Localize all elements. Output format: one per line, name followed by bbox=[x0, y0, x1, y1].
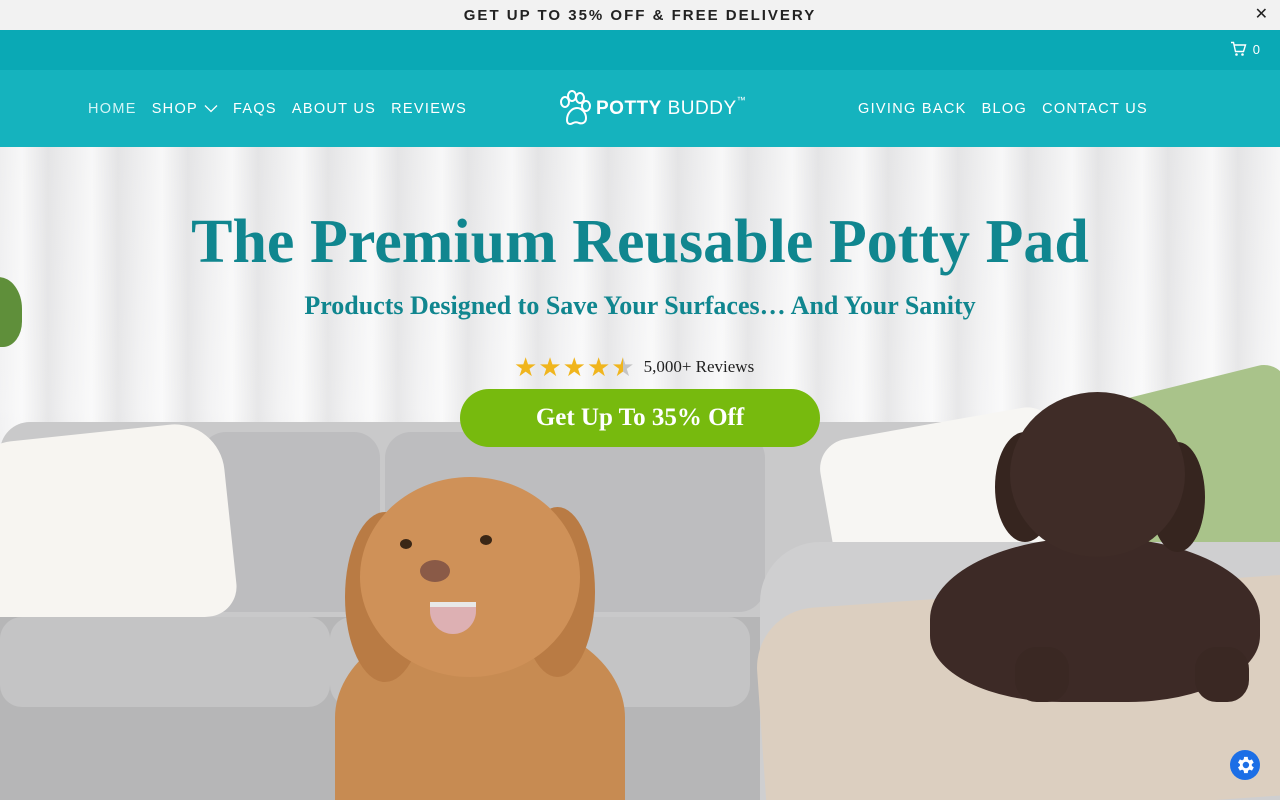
nav-item-home[interactable]: HOME bbox=[88, 101, 137, 117]
nav-item-blog[interactable]: BLOG bbox=[982, 101, 1028, 117]
star-icon: ★ bbox=[538, 352, 562, 382]
cart-button[interactable]: 0 bbox=[1230, 41, 1260, 57]
cart-icon bbox=[1230, 41, 1247, 56]
gear-icon bbox=[1238, 756, 1254, 774]
hero-section: The Premium Reusable Potty Pad Products … bbox=[0, 147, 1280, 800]
nav-right: GIVING BACK BLOG CONTACT US bbox=[843, 70, 1148, 147]
hero-subtitle: Products Designed to Save Your Surfaces…… bbox=[304, 291, 976, 320]
nav-item-reviews[interactable]: REVIEWS bbox=[391, 101, 467, 117]
star-icon: ★ bbox=[586, 352, 611, 382]
nav-item-giving-back[interactable]: GIVING BACK bbox=[858, 101, 967, 117]
brown-dog-head bbox=[1010, 392, 1185, 557]
announcement-bar: GET UP TO 35% OFF & FREE DELIVERY ✕ bbox=[0, 0, 1280, 30]
golden-dog-head bbox=[360, 477, 580, 677]
brown-dog-leg bbox=[1015, 647, 1069, 702]
logo-part2: BUDDY bbox=[667, 98, 737, 119]
nav-item-shop[interactable]: SHOP bbox=[152, 101, 218, 117]
star-icon: ★ bbox=[562, 352, 586, 382]
hero-title: The Premium Reusable Potty Pad bbox=[191, 208, 1089, 276]
half-star-icon: ★ bbox=[611, 352, 635, 382]
golden-dog-eye bbox=[480, 535, 492, 545]
nav-left: HOME SHOP FAQS ABOUT US REVIEWS bbox=[88, 70, 482, 147]
close-icon[interactable]: ✕ bbox=[1255, 6, 1268, 24]
nav-item-contact-us[interactable]: CONTACT US bbox=[1042, 101, 1148, 117]
reviews-count: 5,000+ Reviews bbox=[643, 357, 755, 376]
paw-icon bbox=[560, 90, 591, 125]
logo-part1: POTTY bbox=[596, 98, 662, 119]
site-logo[interactable]: POTTY BUDDY™ bbox=[558, 90, 746, 128]
golden-dog-nose bbox=[420, 560, 450, 582]
accessibility-button[interactable] bbox=[1230, 750, 1260, 780]
star-icon: ★ bbox=[514, 352, 538, 382]
utility-bar: 0 bbox=[0, 30, 1280, 70]
logo-trademark: ™ bbox=[736, 95, 747, 105]
chevron-down-icon bbox=[204, 105, 218, 113]
brown-dog-leg bbox=[1195, 647, 1249, 702]
main-header: HOME SHOP FAQS ABOUT US REVIEWS POTTY BU… bbox=[0, 70, 1280, 147]
cta-button[interactable]: Get Up To 35% Off bbox=[460, 389, 820, 447]
star-rating[interactable]: ★ ★ ★ ★ ★ 5,000+ Reviews bbox=[514, 354, 754, 380]
announcement-text: GET UP TO 35% OFF & FREE DELIVERY bbox=[463, 6, 817, 24]
cart-count: 0 bbox=[1252, 41, 1260, 57]
golden-dog-eye bbox=[400, 539, 412, 549]
seat-cushion bbox=[0, 617, 330, 707]
nav-item-faqs[interactable]: FAQS bbox=[233, 101, 277, 117]
pillow-left bbox=[0, 419, 240, 640]
logo-text: POTTY BUDDY™ bbox=[596, 95, 747, 120]
nav-item-shop-label: SHOP bbox=[151, 100, 198, 117]
nav-item-about-us[interactable]: ABOUT US bbox=[292, 101, 376, 117]
